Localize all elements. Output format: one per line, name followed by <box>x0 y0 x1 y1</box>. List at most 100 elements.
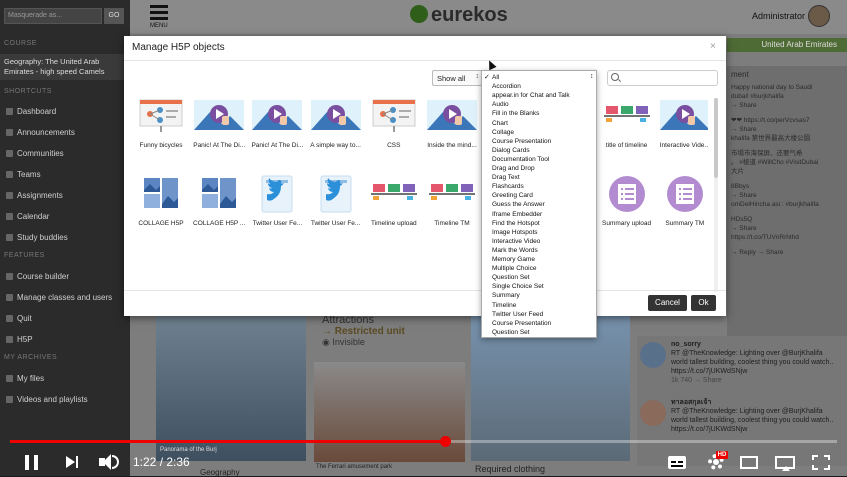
time-display: 1:22 / 2:36 <box>133 455 190 469</box>
feed-line: ❤❤ https://t.co/perVcvsas7 <box>731 117 810 124</box>
dropdown-option[interactable]: Guess the Answer <box>492 201 545 208</box>
avatar <box>640 342 666 368</box>
h5p-object-tile[interactable]: Twitter User Fe... <box>307 174 365 238</box>
h5p-object-tile[interactable]: CSS <box>365 96 423 160</box>
dropdown-option[interactable]: Collage <box>492 129 514 136</box>
next-icon[interactable] <box>66 456 75 468</box>
timeline-icon <box>600 96 654 136</box>
dropdown-option[interactable]: Course Presentation <box>492 320 551 327</box>
h5p-object-tile[interactable]: Inside the mind... <box>423 96 481 160</box>
h5p-object-tile[interactable]: Panic! At The Di... <box>248 96 306 160</box>
dropdown-option[interactable]: Timeline <box>492 302 516 309</box>
dropdown-option[interactable]: Documentation Tool <box>492 156 549 163</box>
feed-meta[interactable]: 1k 740 → Share <box>671 376 841 385</box>
search-icon <box>611 73 619 81</box>
feed-author[interactable]: no_sorry <box>671 341 701 348</box>
dropdown-option[interactable]: Iframe Embedder <box>492 211 542 218</box>
fullscreen-icon[interactable] <box>812 455 830 470</box>
dropdown-option[interactable]: Single Choice Set <box>492 283 544 290</box>
dropdown-option[interactable]: Greeting Card <box>492 192 533 199</box>
show-all-select[interactable]: Show all <box>432 70 482 86</box>
h5p-object-tile[interactable]: Timeline TM <box>423 174 481 238</box>
feed-author[interactable]: ทาลอสกุลเจ้า <box>671 399 711 406</box>
dropdown-option[interactable]: Twitter User Feed <box>492 311 543 318</box>
sidebar-item-shortcuts-1[interactable]: Announcements <box>6 128 75 137</box>
h5p-object-tile[interactable]: Funny bicycles <box>132 96 190 160</box>
sidebar-item-shortcuts-4[interactable]: Assignments <box>6 191 63 200</box>
search-input[interactable] <box>607 70 718 86</box>
user-name[interactable]: Administrator <box>752 11 805 21</box>
dropdown-option[interactable]: Drag Text <box>492 174 520 181</box>
avatar[interactable] <box>808 5 830 27</box>
theater-mode-icon[interactable] <box>775 456 795 471</box>
sidebar-item-shortcuts-3[interactable]: Teams <box>6 170 41 179</box>
sidebar-item-icon <box>6 129 13 136</box>
masquerade-go-button[interactable]: GO <box>104 8 124 24</box>
sidebar-item-archives-0[interactable]: My files <box>6 374 44 383</box>
dropdown-option[interactable]: Question Set <box>492 274 530 281</box>
dropdown-option[interactable]: Dialog Cards <box>492 147 530 154</box>
dropdown-option[interactable]: Chart <box>492 120 508 127</box>
dropdown-option[interactable]: Mark the Words <box>492 247 538 254</box>
h5p-object-tile[interactable]: Twitter User Fe... <box>248 174 306 238</box>
dropdown-option[interactable]: Course Presentation <box>492 138 551 145</box>
subtitles-icon[interactable] <box>668 456 686 469</box>
photo-ferrari[interactable] <box>314 362 465 462</box>
sidebar-item-label: Dashboard <box>17 107 57 116</box>
cancel-button[interactable]: Cancel <box>648 295 687 311</box>
close-icon[interactable]: × <box>710 41 716 52</box>
dropdown-option[interactable]: Find the Hotspot <box>492 220 540 227</box>
masquerade-input[interactable]: Masquerade as... <box>4 8 102 24</box>
dropdown-option[interactable]: Image Hotspots <box>492 229 538 236</box>
sidebar-item-shortcuts-2[interactable]: Communities <box>6 149 64 158</box>
h5p-modal: Manage H5P objects × Show all Funny bicy… <box>124 36 726 316</box>
sidebar-item-shortcuts-0[interactable]: Dashboard <box>6 107 56 116</box>
dropdown-option[interactable]: Interactive Video <box>492 238 540 245</box>
sidebar-item-label: My files <box>17 374 45 383</box>
tile-label: Panic! At The Di... <box>251 142 304 149</box>
h5p-object-grid: Funny bicycles Panic! At The Di... Panic! … <box>132 96 708 292</box>
miniplayer-icon[interactable] <box>740 456 758 469</box>
sidebar-item-features-3[interactable]: H5P <box>6 335 33 344</box>
menu-label: MENU <box>150 23 168 29</box>
sidebar-item-label: Course builder <box>17 272 70 281</box>
h5p-object-tile[interactable]: title of timeline <box>598 96 656 160</box>
feed-heading: ment <box>731 70 749 79</box>
scrollbar-thumb[interactable] <box>714 98 718 178</box>
chevron-updown-icon[interactable]: ↕ <box>590 73 594 80</box>
feed-text: RT @TheKnowledge: Lighting over @BurjKha… <box>671 350 834 375</box>
type-filter-dropdown[interactable]: ✓ All Accordion appear.in for Chat and Tal… <box>481 70 597 338</box>
menu-icon[interactable] <box>150 5 168 25</box>
sidebar-item-archives-1[interactable]: Videos and playlists <box>6 395 88 404</box>
progress-scrubber[interactable] <box>440 436 451 447</box>
h5p-object-tile[interactable]: Interactive Vide... <box>656 96 708 160</box>
tile-label: COLLAGE H5P ... <box>193 220 246 227</box>
sidebar-item-features-2[interactable]: Quit <box>6 314 32 323</box>
dropdown-option[interactable]: Drag and Drop <box>492 165 535 172</box>
sidebar-item-label: Quit <box>17 314 32 323</box>
dropdown-option[interactable]: Summary <box>492 292 520 299</box>
sidebar-item-features-1[interactable]: Manage classes and users <box>6 293 112 302</box>
h5p-object-tile[interactable]: A simple way to... <box>307 96 365 160</box>
h5p-object-tile[interactable]: Summary upload <box>598 174 656 238</box>
dropdown-option[interactable]: appear.in for Chat and Talk <box>492 92 570 99</box>
dropdown-option[interactable]: Audio <box>492 101 509 108</box>
sidebar-item-shortcuts-5[interactable]: Calendar <box>6 212 49 221</box>
sidebar-course-link[interactable]: Geography: The United Arab Emirates - hi… <box>0 54 130 80</box>
h5p-object-tile[interactable]: Summary TM <box>656 174 708 238</box>
h5p-object-tile[interactable]: Timeline upload <box>365 174 423 238</box>
dropdown-option[interactable]: Question Set <box>492 329 530 336</box>
dropdown-option[interactable]: Accordion <box>492 83 521 90</box>
dropdown-option[interactable]: Multiple Choice <box>492 265 536 272</box>
dropdown-option[interactable]: All <box>492 74 499 81</box>
dropdown-option[interactable]: Fill in the Blanks <box>492 110 539 117</box>
dropdown-option[interactable]: Memory Game <box>492 256 535 263</box>
h5p-object-tile[interactable]: Panic! At The Di... <box>190 96 248 160</box>
dropdown-option[interactable]: Flashcards <box>492 183 524 190</box>
h5p-object-tile[interactable]: COLLAGE H5P ... <box>190 174 248 238</box>
sidebar-item-shortcuts-6[interactable]: Study buddies <box>6 233 68 242</box>
sidebar-item-features-0[interactable]: Course builder <box>6 272 69 281</box>
h5p-object-tile[interactable]: COLLAGE H5P <box>132 174 190 238</box>
pause-icon[interactable] <box>25 455 39 470</box>
ok-button[interactable]: Ok <box>691 295 716 311</box>
